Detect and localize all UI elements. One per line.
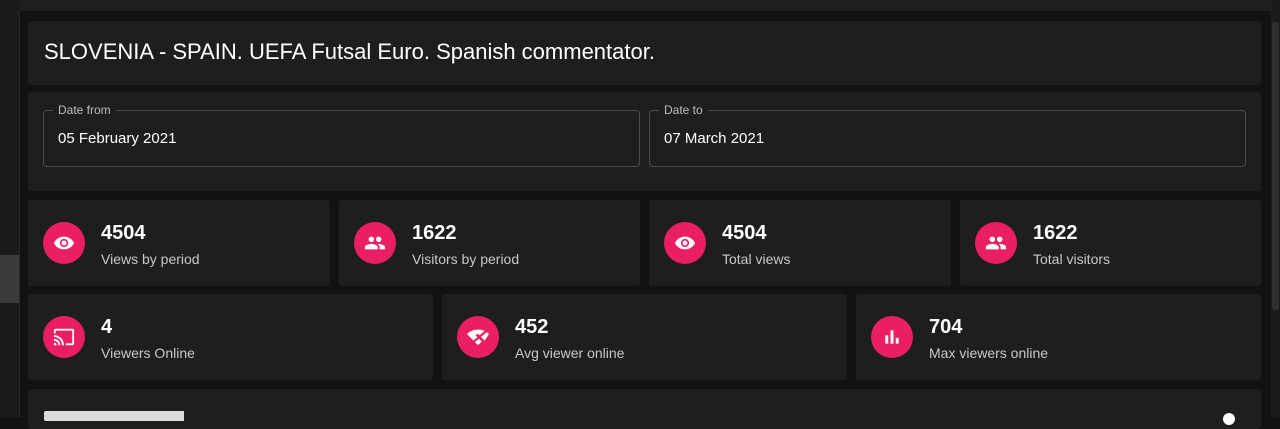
side-navigation-rail[interactable] (0, 0, 20, 417)
stat-label: Total views (722, 251, 791, 267)
people-icon (975, 222, 1017, 264)
stat-total-visitors: 1622 Total visitors (960, 200, 1261, 286)
date-to-value[interactable]: 07 March 2021 (664, 130, 764, 147)
bar-chart-icon (871, 316, 913, 358)
stat-avg-viewer-online: 452 Avg viewer online (442, 294, 847, 380)
date-from-field[interactable]: Date from 05 February 2021 (43, 103, 640, 167)
date-from-label: Date from (53, 103, 116, 117)
page-scrollbar[interactable] (1271, 0, 1280, 417)
stat-value: 1622 (412, 222, 457, 244)
eye-icon (664, 222, 706, 264)
stat-visitors-by-period: 1622 Visitors by period (339, 200, 640, 286)
stat-label: Viewers Online (101, 345, 195, 361)
menu-icon[interactable] (1223, 413, 1235, 425)
stat-value: 4504 (101, 222, 146, 244)
stat-value: 1622 (1033, 222, 1078, 244)
wifi-off-icon (457, 316, 499, 358)
stat-viewers-online: 4 Viewers Online (28, 294, 433, 380)
scrollbar-thumb[interactable] (1272, 22, 1279, 310)
stat-value: 4504 (722, 222, 767, 244)
stat-label: Avg viewer online (515, 345, 625, 361)
stat-total-views: 4504 Total views (649, 200, 951, 286)
stat-value: 452 (515, 316, 549, 338)
viewers-chart-card (28, 389, 1261, 429)
stat-max-viewers-online: 704 Max viewers online (856, 294, 1261, 380)
cut-off-heading (44, 411, 184, 421)
stat-label: Visitors by period (412, 251, 520, 267)
date-to-label: Date to (659, 103, 708, 117)
stat-label: Max viewers online (929, 345, 1049, 361)
stat-value: 704 (929, 316, 963, 338)
page-title: SLOVENIA - SPAIN. UEFA Futsal Euro. Span… (44, 39, 655, 64)
date-range-card: Date from 05 February 2021 Date to 07 Ma… (28, 92, 1261, 191)
date-from-value[interactable]: 05 February 2021 (58, 130, 176, 147)
stat-label: Views by period (101, 251, 200, 267)
active-nav-item[interactable] (0, 255, 19, 303)
date-to-field[interactable]: Date to 07 March 2021 (649, 103, 1246, 167)
stat-value: 4 (101, 316, 113, 338)
cast-icon (43, 316, 85, 358)
stat-label: Total visitors (1033, 251, 1111, 267)
people-icon (354, 222, 396, 264)
eye-icon (43, 222, 85, 264)
title-card: SLOVENIA - SPAIN. UEFA Futsal Euro. Span… (28, 21, 1261, 85)
stat-views-by-period: 4504 Views by period (28, 200, 330, 286)
top-app-bar (19, 0, 1280, 11)
